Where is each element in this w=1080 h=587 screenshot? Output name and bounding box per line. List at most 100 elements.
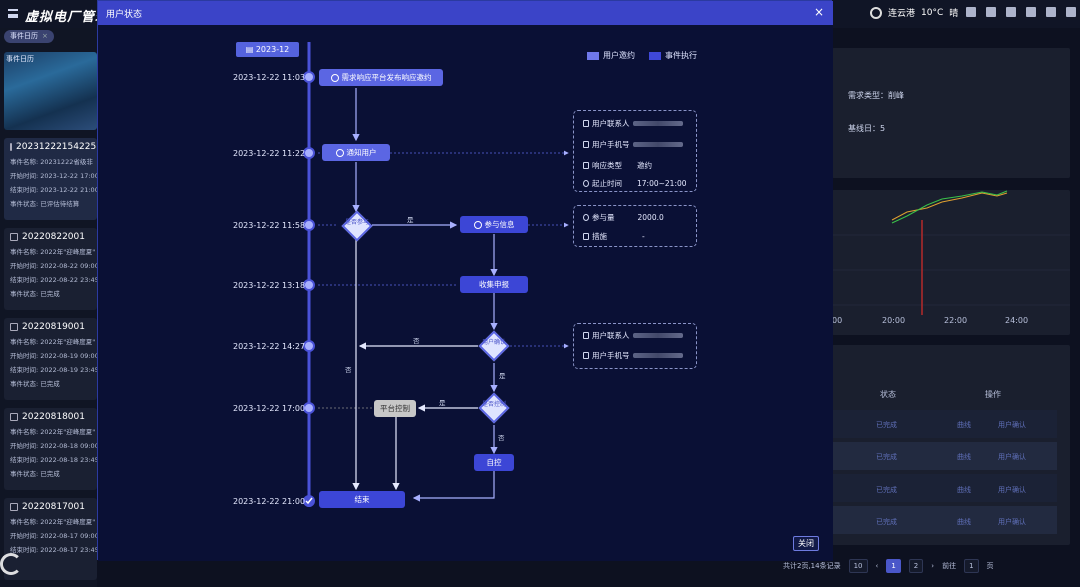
- card-id: 20220822001: [22, 232, 85, 242]
- flag-icon[interactable]: [1006, 7, 1016, 17]
- legend-label: 用户邀约: [603, 51, 635, 60]
- series-line-orange: [891, 192, 1008, 221]
- doc-icon: [10, 413, 18, 421]
- legend-swatch: [587, 51, 599, 60]
- modal-header: 用户状态 ×: [98, 1, 833, 25]
- fullscreen-icon[interactable]: [1046, 7, 1056, 17]
- shirt-icon[interactable]: [1066, 7, 1076, 17]
- node-icon: [473, 220, 482, 229]
- date-badge[interactable]: ▤ 2023-12: [236, 42, 299, 57]
- event-calendar-tag[interactable]: 事件日历 ×: [4, 30, 54, 43]
- card-line: 开始时间: 2022-08-18 09:00: [10, 442, 97, 450]
- info-label: 参与量: [592, 213, 615, 222]
- confirm-link[interactable]: 用户确认: [998, 485, 1026, 495]
- timeline-time: 2023-12-22 11:03: [233, 73, 306, 82]
- edge-label: 是: [499, 372, 506, 380]
- card-id: 20231222154225: [16, 142, 97, 152]
- card-id: 20220818001: [22, 412, 85, 422]
- menu-icon[interactable]: [8, 9, 18, 18]
- legend-execute: 事件执行: [649, 50, 697, 61]
- message-icon[interactable]: [966, 7, 976, 17]
- user-icon: [583, 120, 589, 127]
- total-records: 共计2页,14条记录: [783, 562, 841, 570]
- search-icon[interactable]: [1026, 7, 1036, 17]
- legend-swatch: [649, 51, 661, 60]
- clock-icon: [583, 180, 589, 187]
- top-icons: [966, 7, 1080, 17]
- node-end[interactable]: 结束: [319, 491, 405, 508]
- close-button[interactable]: 关闭: [793, 536, 819, 551]
- tick-label: 20:00: [882, 316, 905, 325]
- timeline-time: 2023-12-22 17:00: [233, 404, 306, 413]
- curve-link[interactable]: 曲线: [957, 485, 971, 495]
- edge-label: 否: [345, 366, 352, 374]
- curve-link[interactable]: 曲线: [957, 452, 971, 462]
- card-line: 事件状态: 已完成: [10, 470, 60, 478]
- gauge-icon: [583, 214, 589, 221]
- decision-label: 用户确认: [482, 339, 507, 346]
- page-suffix: 页: [986, 562, 994, 570]
- card-title: 20220819001: [10, 322, 91, 332]
- page-1[interactable]: 1: [886, 559, 901, 573]
- node-label: 通知用户: [346, 148, 377, 157]
- curve-link[interactable]: 曲线: [957, 517, 971, 527]
- info-value: 17:00~21:00: [637, 179, 687, 188]
- timeline-dot: [303, 279, 315, 291]
- close-icon[interactable]: ×: [814, 5, 824, 19]
- close-icon[interactable]: ×: [42, 32, 48, 40]
- node-icon: [330, 73, 339, 82]
- event-card[interactable]: 20220818001 事件名称: 2022年"迎峰度夏" 开始时间: 2022…: [4, 408, 97, 490]
- confirm-link[interactable]: 用户确认: [998, 420, 1026, 430]
- list-icon: [583, 233, 589, 240]
- doc-icon: [10, 233, 18, 241]
- card-line: 事件状态: 已评估待结算: [10, 200, 80, 208]
- card-line: 结束时间: 2022-08-17 23:45: [10, 546, 97, 554]
- info-time: 起止时间 17:00~21:00: [583, 178, 687, 189]
- page-2[interactable]: 2: [908, 559, 924, 573]
- weather-widget: 连云港 10°C 晴: [870, 6, 958, 19]
- timeline-dot: [303, 147, 315, 159]
- event-card[interactable]: 20220822001 事件名称: 2022年"迎峰度夏" 开始时间: 2022…: [4, 228, 97, 310]
- card-line: 开始时间: 2022-08-17 09:00: [10, 532, 97, 540]
- node-icon: [335, 148, 344, 157]
- demand-type: 需求类型：削峰: [848, 91, 904, 100]
- col-status: 状态: [880, 390, 896, 399]
- decision-label: 是否控制: [482, 401, 507, 408]
- card-title: 20220822001: [10, 232, 91, 242]
- confirm-link[interactable]: 用户确认: [998, 452, 1026, 462]
- prev-page-icon[interactable]: ‹: [876, 562, 879, 570]
- weather-location: 连云港: [888, 9, 916, 19]
- curve-link[interactable]: 曲线: [957, 420, 971, 430]
- legend-invite: 用户邀约: [587, 50, 635, 61]
- goto-input[interactable]: 1: [964, 559, 979, 573]
- node-label: 需求响应平台发布响应邀约: [341, 73, 432, 82]
- info-label: 用户联系人: [592, 119, 630, 128]
- info-contact: 用户联系人: [583, 330, 683, 341]
- node-participate-info[interactable]: 参与信息: [460, 216, 528, 233]
- modal-body: ▤ 2023-12 用户邀约 事件执行 2023-12-22 11:03 202…: [98, 25, 833, 561]
- weather-temp: 10°C: [921, 7, 944, 18]
- node-publish[interactable]: 需求响应平台发布响应邀约: [319, 69, 443, 86]
- card-id: 20220819001: [22, 322, 85, 332]
- node-notify[interactable]: 通知用户: [322, 144, 390, 161]
- timeline-time: 2023-12-22 11:22: [233, 149, 306, 158]
- node-self-control[interactable]: 自控: [474, 454, 514, 471]
- event-card[interactable]: 20231222154225 事件名称: 20231222省级非 开始时间: 2…: [4, 138, 97, 220]
- page-size-select[interactable]: 10: [848, 559, 868, 573]
- event-card[interactable]: 20220819001 事件名称: 2022年"迎峰度夏" 开始时间: 2022…: [4, 318, 97, 400]
- baseline-day: 基线日：5: [848, 124, 886, 133]
- decision-label: 是否参与: [345, 219, 370, 226]
- card-line: 事件状态: 已完成: [10, 290, 60, 298]
- col-actions: 操作: [985, 390, 1001, 399]
- tick-label: 00: [832, 316, 842, 325]
- info-label: 用户手机号: [592, 351, 630, 360]
- node-collect[interactable]: 收集申报: [460, 276, 528, 293]
- confirm-link[interactable]: 用户确认: [998, 517, 1026, 527]
- series-line-green: [891, 190, 1008, 224]
- type-icon: [583, 162, 589, 169]
- screen-icon[interactable]: [986, 7, 996, 17]
- node-platform-control[interactable]: 平台控制: [374, 400, 416, 417]
- row-status: 已完成: [876, 453, 897, 461]
- timeline-time: 2023-12-22 14:27: [233, 342, 306, 351]
- next-page-icon[interactable]: ›: [931, 562, 934, 570]
